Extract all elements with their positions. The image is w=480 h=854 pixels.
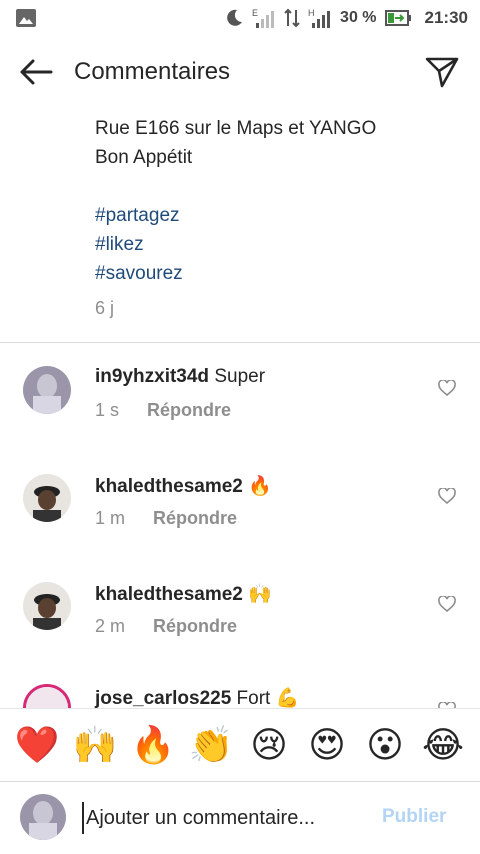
- current-user-avatar: [20, 794, 66, 840]
- battery-percent: 30 %: [340, 9, 377, 26]
- emoji-heart-button[interactable]: ❤️: [14, 722, 60, 768]
- comment-meta: 2 m Répondre: [95, 616, 237, 637]
- comment-text: in9yhzxit34d Super: [95, 366, 265, 388]
- comment-composer: Publier: [0, 782, 480, 854]
- comment-item: jose_carlos225 Fort 💪: [0, 684, 480, 708]
- comment-text: khaledthesame2 🔥: [95, 474, 272, 498]
- divider: [0, 342, 480, 343]
- data-transfer-icon: [284, 8, 300, 28]
- avatar-image: [26, 687, 68, 708]
- reply-button[interactable]: Répondre: [147, 400, 231, 421]
- comment-username[interactable]: khaledthesame2: [95, 476, 243, 497]
- comment-timestamp: 2 m: [95, 616, 126, 636]
- emoji-clapping-button[interactable]: 👏: [188, 722, 234, 768]
- svg-text:H: H: [308, 8, 315, 18]
- heart-outline-icon: [438, 596, 456, 612]
- like-comment-button[interactable]: [437, 700, 457, 708]
- comment-meta: 1 m Répondre: [95, 508, 237, 529]
- emoji-crying-button[interactable]: 😢: [246, 722, 292, 768]
- caption-line: Bon Appétit: [95, 147, 193, 168]
- emoji-raising-hands-button[interactable]: 🙌: [72, 722, 118, 768]
- avatar[interactable]: [23, 474, 71, 522]
- avatar-image: [23, 474, 71, 522]
- comment-username[interactable]: in9yhzxit34d: [95, 366, 209, 387]
- like-comment-button[interactable]: [437, 594, 457, 614]
- send-paper-plane-icon: [425, 57, 459, 88]
- comment-text: jose_carlos225 Fort 💪: [95, 686, 299, 708]
- post-caption: Rue E166 sur le Maps et YANGO Bon Appéti…: [95, 114, 465, 288]
- comment-body: 🔥: [248, 476, 272, 497]
- avatar-image: [23, 366, 71, 414]
- share-button[interactable]: [424, 54, 460, 90]
- reply-button[interactable]: Répondre: [153, 508, 237, 529]
- battery-charging-icon: [384, 10, 411, 26]
- signal-e-icon: E: [252, 8, 275, 28]
- emoji-fire-button[interactable]: 🔥: [130, 722, 176, 768]
- like-comment-button[interactable]: [437, 486, 457, 506]
- avatar-image: [20, 794, 66, 840]
- caption-cut-line: · · ·: [95, 96, 465, 112]
- heart-outline-icon: [438, 488, 456, 504]
- comment-body: Fort 💪: [236, 688, 300, 708]
- avatar[interactable]: [23, 366, 71, 414]
- do-not-disturb-moon-icon: [227, 9, 243, 26]
- clock: 21:30: [424, 8, 468, 27]
- comment-meta: 1 s Répondre: [95, 400, 231, 421]
- emoji-heart-eyes-button[interactable]: 😍: [304, 722, 350, 768]
- gallery-notification-icon: [16, 9, 36, 27]
- avatar-image: [23, 582, 71, 630]
- comment-timestamp: 1 m: [95, 508, 126, 528]
- reply-button[interactable]: Répondre: [153, 616, 237, 637]
- comment-item: khaledthesame2 🙌 2 m Répondre: [0, 578, 480, 678]
- emoji-surprised-button[interactable]: 😮: [362, 722, 408, 768]
- avatar-story-ring[interactable]: [23, 684, 71, 708]
- page-title: Commentaires: [74, 58, 231, 85]
- publish-button[interactable]: Publier: [382, 806, 446, 828]
- emoji-laughing-button[interactable]: 😂: [420, 722, 466, 768]
- heart-outline-icon: [438, 380, 456, 396]
- comment-body: Super: [214, 366, 266, 387]
- hashtag-link[interactable]: #partagez: [95, 201, 465, 230]
- like-comment-button[interactable]: [437, 378, 457, 398]
- status-bar: E H 30 % 21:30: [0, 0, 480, 36]
- avatar[interactable]: [23, 582, 71, 630]
- comment-item: khaledthesame2 🔥 1 m Répondre: [0, 470, 480, 570]
- comment-timestamp: 1 s: [95, 400, 120, 420]
- header: Commentaires: [0, 44, 480, 100]
- comment-item: in9yhzxit34d Super 1 s Répondre: [0, 362, 480, 462]
- comment-input[interactable]: [82, 802, 362, 834]
- back-button[interactable]: [16, 52, 56, 92]
- comment-text: khaledthesame2 🙌: [95, 582, 272, 606]
- comment-username[interactable]: jose_carlos225: [95, 688, 231, 708]
- svg-text:E: E: [252, 8, 258, 18]
- signal-h-icon: H: [308, 8, 331, 28]
- comment-body: 🙌: [248, 584, 272, 605]
- hashtag-link[interactable]: #likez: [95, 230, 465, 259]
- back-arrow-icon: [20, 59, 53, 85]
- emoji-quick-bar: ❤️ 🙌 🔥 👏 😢 😍 😮 😂: [0, 708, 480, 782]
- comment-username[interactable]: khaledthesame2: [95, 584, 243, 605]
- hashtag-link[interactable]: #savourez: [95, 259, 465, 288]
- caption-timestamp: 6 j: [95, 298, 115, 318]
- caption-line: Rue E166 sur le Maps et YANGO: [95, 118, 377, 139]
